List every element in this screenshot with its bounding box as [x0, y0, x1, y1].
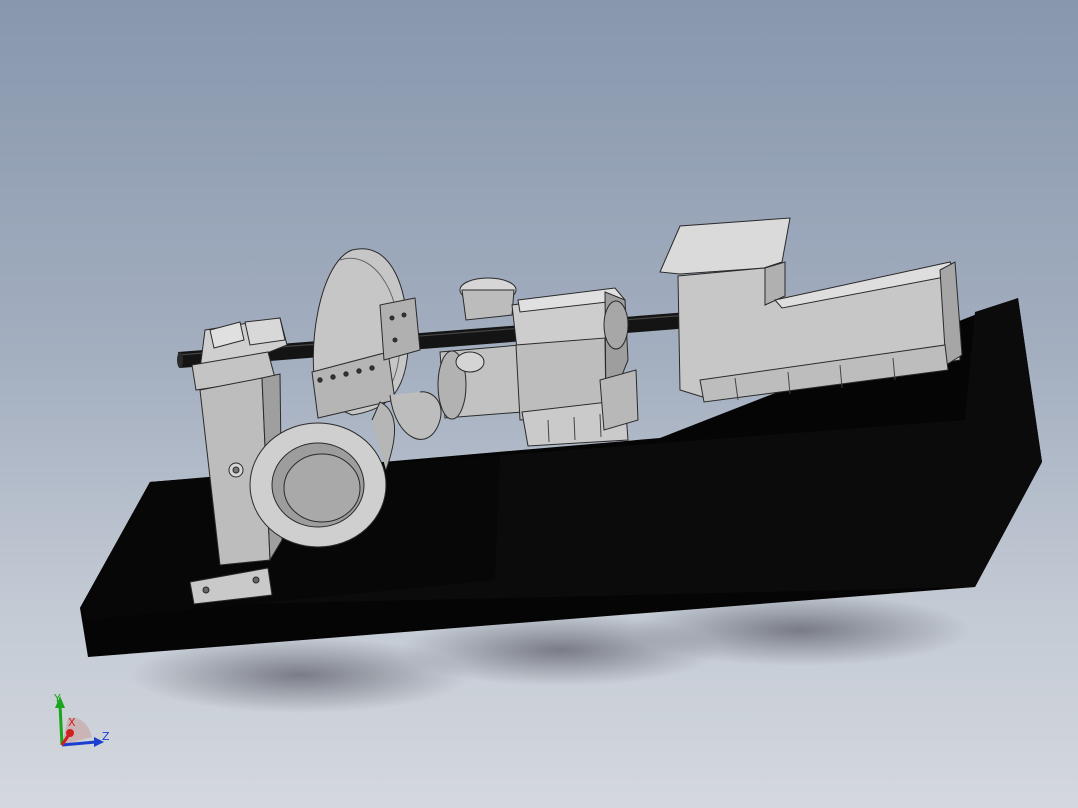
orientation-triad[interactable]: Y X Z — [0, 0, 1078, 808]
cad-viewport[interactable]: Y X Z — [0, 0, 1078, 808]
y-axis-label: Y — [53, 692, 61, 705]
y-axis — [58, 704, 64, 746]
x-axis-label: X — [68, 716, 76, 729]
z-axis-label: Z — [102, 730, 110, 743]
x-axis-dot — [66, 729, 74, 737]
